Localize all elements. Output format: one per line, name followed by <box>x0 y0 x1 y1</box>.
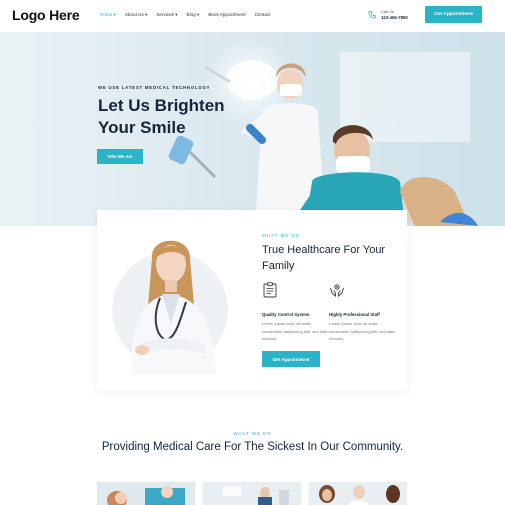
services-eyebrow: WHAT WE DO <box>233 431 272 436</box>
feature-title: Quality Control System <box>262 312 310 317</box>
get-appointment-button[interactable]: Get Appointment <box>262 351 320 367</box>
nav-home[interactable]: Home ▾ <box>100 12 116 18</box>
hero-title: Let Us Brighten Your Smile <box>98 96 225 137</box>
about-title: True Healthcare For Your Family <box>262 244 386 272</box>
who-we-are-button[interactable]: Who We Are <box>97 149 143 164</box>
service-thumbnail[interactable] <box>309 482 407 505</box>
doctor-photo <box>112 240 228 374</box>
clipboard-icon <box>263 282 277 298</box>
nav-contact[interactable]: Contact <box>255 12 271 18</box>
feature-text: Lorem ipsum dolor sit amet, consectetur … <box>329 321 396 341</box>
nav-blog[interactable]: Blog ▾ <box>187 12 200 18</box>
service-photo <box>309 482 407 505</box>
nav-book-appointment[interactable]: Book Appointment <box>208 12 245 18</box>
nav-services[interactable]: Services ▾ <box>156 12 177 18</box>
service-photo <box>203 482 301 505</box>
about-eyebrow: WHAT WE DO <box>262 233 301 238</box>
main-nav: Home ▾ About Us ▾ Services ▾ Blog ▾ Book… <box>100 12 270 18</box>
care-hands-icon <box>330 284 344 297</box>
service-thumbnail[interactable] <box>203 482 301 505</box>
call-number[interactable]: 123-456-7890 <box>381 15 408 20</box>
site-header: Logo Here Home ▾ About Us ▾ Services ▾ B… <box>0 0 505 32</box>
feature-text: Lorem ipsum dolor sit amet, consectetur … <box>262 321 329 341</box>
feature-professional-staff: Highly Professional Staff Lorem ipsum do… <box>329 282 397 343</box>
feature-title: Highly Professional Staff <box>329 312 380 317</box>
services-title: Providing Medical Care For The Sickest I… <box>101 441 404 453</box>
call-us-block: Call Us 123-456-7890 <box>368 9 408 20</box>
service-thumbnail[interactable] <box>97 482 195 505</box>
get-appointment-button[interactable]: Get Appointment <box>425 6 482 23</box>
service-photo <box>97 482 195 505</box>
phone-icon <box>368 10 376 19</box>
hero-eyebrow: WE USE LATEST MEDICAL TECHNOLOGY <box>98 85 211 90</box>
nav-about-us[interactable]: About Us ▾ <box>125 12 147 18</box>
feature-quality-control: Quality Control System Lorem ipsum dolor… <box>262 282 330 343</box>
site-logo[interactable]: Logo Here <box>12 7 80 23</box>
hero-banner: WE USE LATEST MEDICAL TECHNOLOGY Let Us … <box>0 32 505 226</box>
